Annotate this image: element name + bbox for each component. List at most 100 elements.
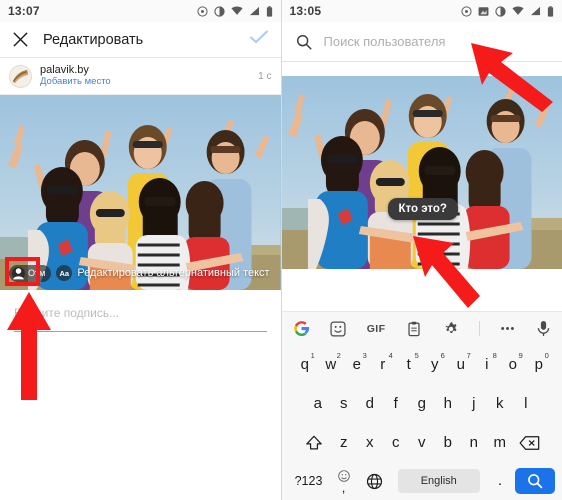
key-l[interactable]: l — [513, 387, 539, 420]
key-label: y — [431, 356, 439, 373]
settings-gear-icon[interactable] — [443, 321, 459, 337]
key-label: t — [406, 356, 411, 373]
key-label: i — [485, 356, 489, 373]
key-h[interactable]: h — [435, 387, 461, 420]
key-sup: 4 — [388, 351, 393, 360]
key-sup: 2 — [336, 351, 341, 360]
left-phone-screen: 13:07 Редактировать palavik.by Добавить … — [0, 0, 282, 500]
search-enter-key[interactable] — [515, 468, 555, 494]
signal-icon — [530, 6, 541, 16]
battery-icon — [547, 5, 554, 17]
key-f[interactable]: f — [383, 387, 409, 420]
key-u[interactable]: 7u — [448, 348, 474, 381]
caption-underline — [14, 331, 267, 332]
post-photo-left[interactable]: Отм Aa Редактировать альтернативный текс… — [0, 95, 281, 290]
person-icon-highlight-box — [5, 257, 40, 286]
search-icon — [296, 34, 312, 50]
key-d[interactable]: d — [357, 387, 383, 420]
search-spacer — [281, 62, 562, 76]
page-title: Редактировать — [43, 31, 144, 48]
close-icon[interactable] — [12, 31, 29, 48]
do-not-disturb-icon — [213, 5, 225, 17]
key-q[interactable]: 1q — [292, 348, 318, 381]
key-m[interactable]: m — [487, 426, 513, 459]
group-photo-illustration — [281, 76, 562, 269]
key-c[interactable]: c — [383, 426, 409, 459]
keyboard-toolbar: GIF ••• — [281, 311, 562, 345]
keyboard-row-2: a s d f g h j k l — [282, 384, 562, 423]
clipboard-icon[interactable] — [406, 321, 422, 337]
key-sup: 7 — [466, 351, 471, 360]
key-label: p — [534, 356, 543, 373]
key-sup: 0 — [544, 351, 549, 360]
account-row[interactable]: palavik.by Добавить место 1 с — [0, 58, 281, 95]
status-icon-group — [461, 5, 554, 17]
key-sup: 6 — [440, 351, 445, 360]
key-sup: 1 — [310, 351, 315, 360]
key-p[interactable]: 0p — [526, 348, 552, 381]
backspace-icon[interactable] — [513, 426, 547, 459]
google-logo-icon[interactable] — [293, 320, 310, 337]
key-x[interactable]: x — [357, 426, 383, 459]
comma-emoji-key[interactable]: , — [329, 470, 359, 496]
shift-icon[interactable] — [297, 426, 331, 459]
add-location-link[interactable]: Добавить место — [40, 76, 111, 88]
key-sup: 8 — [492, 351, 497, 360]
search-input[interactable]: Поиск пользователя — [324, 34, 446, 49]
key-w[interactable]: 2w — [318, 348, 344, 381]
battery-icon — [266, 5, 272, 17]
key-z[interactable]: z — [331, 426, 357, 459]
key-y[interactable]: 6y — [422, 348, 448, 381]
screenshot-pair: 13:07 Редактировать palavik.by Добавить … — [0, 0, 562, 500]
key-g[interactable]: g — [409, 387, 435, 420]
period-key[interactable]: . — [487, 473, 513, 488]
alarm-icon — [461, 5, 472, 17]
keyboard-row-3: z x c v b n m — [282, 423, 562, 462]
sticker-icon[interactable] — [330, 320, 346, 337]
key-sup: 5 — [414, 351, 419, 360]
left-status-bar: 13:07 — [0, 0, 281, 22]
key-a[interactable]: a — [305, 387, 331, 420]
signal-icon — [249, 6, 259, 16]
comma-label: , — [341, 480, 346, 496]
group-photo-illustration — [0, 95, 281, 290]
do-not-disturb-icon — [495, 5, 506, 17]
key-i[interactable]: 8i — [474, 348, 500, 381]
key-r[interactable]: 4r — [370, 348, 396, 381]
toolbar-divider — [479, 321, 481, 336]
keyboard-row-4: ?123 , English . — [282, 462, 562, 500]
key-s[interactable]: s — [331, 387, 357, 420]
gif-icon[interactable]: GIF — [367, 323, 386, 335]
avatar — [9, 64, 32, 88]
account-texts: palavik.by Добавить место — [40, 64, 111, 89]
key-e[interactable]: 3e — [344, 348, 370, 381]
numbers-key[interactable]: ?123 — [289, 474, 329, 488]
confirm-check-icon[interactable] — [249, 29, 269, 50]
status-icon-group — [196, 5, 273, 17]
key-b[interactable]: b — [435, 426, 461, 459]
wifi-icon — [230, 6, 243, 15]
key-n[interactable]: n — [461, 426, 487, 459]
key-k[interactable]: k — [487, 387, 513, 420]
key-sup: 9 — [518, 351, 523, 360]
key-label: r — [380, 356, 386, 373]
space-key[interactable]: English — [397, 469, 480, 493]
key-j[interactable]: j — [461, 387, 487, 420]
language-globe-icon[interactable] — [359, 473, 391, 490]
screenshot-icon — [478, 6, 489, 16]
key-t[interactable]: 5t — [396, 348, 422, 381]
microphone-icon[interactable] — [536, 320, 551, 337]
keyboard-row-1: 1q 2w 3e 4r 5t 6y 7u 8i 9o 0p — [282, 345, 562, 384]
who-is-this-bubble[interactable]: Кто это? — [387, 198, 458, 220]
search-icon — [528, 474, 543, 489]
user-search-bar[interactable]: Поиск пользователя — [281, 22, 562, 62]
post-photo-right[interactable]: Кто это? — [281, 76, 562, 269]
key-o[interactable]: 9o — [500, 348, 526, 381]
edit-app-bar: Редактировать — [0, 22, 281, 58]
caption-field-wrap[interactable]: Введите подпись... — [0, 290, 281, 332]
caption-input[interactable]: Введите подпись... — [14, 306, 267, 320]
time-ago-label: 1 с — [258, 70, 272, 82]
overflow-dots-icon[interactable]: ••• — [501, 323, 516, 335]
key-v[interactable]: v — [409, 426, 435, 459]
key-sup: 3 — [362, 351, 367, 360]
